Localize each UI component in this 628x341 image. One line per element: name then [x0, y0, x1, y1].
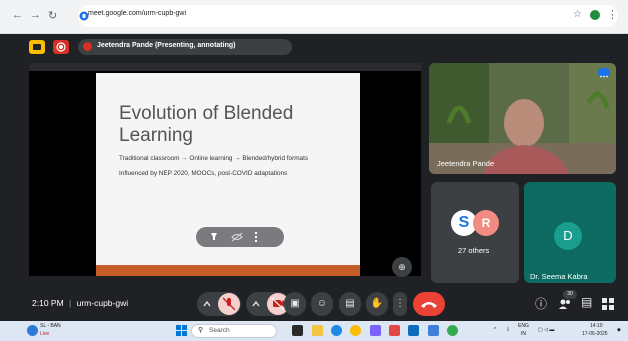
- taskbar-search[interactable]: [191, 324, 277, 338]
- start-menu-icon[interactable]: [176, 325, 187, 336]
- participant-tile-others[interactable]: S R 27 others: [431, 182, 519, 283]
- hide-icon: [231, 232, 243, 242]
- participant-name: Dr. Seema Kabra: [530, 272, 588, 281]
- record-button[interactable]: [53, 40, 69, 54]
- video-feed: [429, 63, 616, 174]
- file-explorer-icon[interactable]: [312, 325, 323, 336]
- pdf-reader-icon[interactable]: [389, 325, 400, 336]
- desktop-screen: ← → ↻ meet.google.com/urm-cupb-gwi ☆ ⋮ J…: [0, 0, 628, 341]
- presenter-avatar: [83, 42, 92, 51]
- weather-icon[interactable]: [27, 325, 38, 336]
- participant-name: Jeetendra Pande: [437, 159, 495, 168]
- shared-screen: Evolution of Blended Learning Traditiona…: [29, 63, 421, 284]
- chevron-up-icon: [203, 300, 211, 307]
- more-options-button[interactable]: ⋮: [393, 292, 407, 316]
- stock-name: SL - BAN: [40, 323, 61, 329]
- more-icon: [600, 75, 608, 78]
- edge-icon[interactable]: [331, 325, 342, 336]
- chrome-icon[interactable]: [350, 325, 361, 336]
- clock-date[interactable]: 17-06-2025: [582, 331, 608, 337]
- language-indicator[interactable]: ENG: [518, 323, 529, 329]
- task-view-icon[interactable]: [292, 325, 303, 336]
- url-text[interactable]: meet.google.com/urm-cupb-gwi: [88, 10, 186, 17]
- tile-more-button[interactable]: [598, 68, 610, 78]
- teams-icon[interactable]: [370, 325, 381, 336]
- raise-hand-button[interactable]: ✋: [366, 292, 388, 316]
- shared-screen-titlebar: [29, 63, 421, 71]
- notification-icon[interactable]: ◆: [617, 327, 621, 333]
- pin-icon: [211, 233, 217, 240]
- search-placeholder[interactable]: Search: [209, 327, 230, 334]
- slide-bullet: Traditional classroom → Online learning …: [119, 155, 309, 162]
- stock-status: Live: [40, 331, 50, 337]
- search-icon: ⚲: [198, 327, 204, 334]
- profile-avatar[interactable]: [590, 10, 600, 20]
- annotation-toolbar[interactable]: [196, 227, 284, 247]
- language-region: IN: [521, 331, 526, 337]
- stop-presenting-button[interactable]: [29, 40, 45, 54]
- forward-icon[interactable]: →: [30, 9, 41, 21]
- meeting-time: 2:10 PM: [32, 298, 64, 308]
- outlook-icon[interactable]: [408, 325, 419, 336]
- wifi-volume-battery-icons[interactable]: ▢ ◁ ▬: [538, 327, 554, 333]
- avatar: D: [554, 222, 582, 250]
- others-count-label: 27 others: [458, 246, 490, 255]
- browser-menu-icon[interactable]: ⋮: [607, 8, 618, 21]
- hand-icon: ✋: [370, 298, 384, 309]
- meeting-code: urm-cupb-gwi: [76, 298, 129, 308]
- meeting-time-code: 2:10 PM | urm-cupb-gwi: [32, 298, 128, 308]
- end-call-icon: [421, 302, 437, 308]
- info-icon[interactable]: ⓘ: [535, 295, 547, 312]
- present-button[interactable]: ▣: [284, 292, 306, 316]
- back-icon[interactable]: ←: [12, 9, 23, 21]
- chevron-up-icon: [252, 300, 260, 307]
- reactions-button[interactable]: ☺: [311, 292, 333, 316]
- shared-screen-statusbar: [29, 276, 421, 284]
- zoom-button[interactable]: ⊕: [392, 257, 412, 277]
- clock-time[interactable]: 14:10: [590, 323, 603, 329]
- people-icon[interactable]: [558, 297, 572, 311]
- more-vert-icon: ⋮: [395, 298, 405, 309]
- captions-button[interactable]: ▤: [339, 292, 361, 316]
- emoji-icon: ☺: [316, 298, 328, 309]
- participant-tile-main[interactable]: Jeetendra Pande: [429, 63, 616, 174]
- bookmark-star-icon[interactable]: ☆: [573, 9, 582, 20]
- presenter-banner-text: Jeetendra Pande (Presenting, annotating): [97, 42, 236, 49]
- activities-icon[interactable]: [602, 298, 614, 310]
- record-icon: [56, 42, 66, 52]
- slide-footer-band: [96, 265, 360, 276]
- captions-icon: ▤: [345, 298, 355, 309]
- photos-icon[interactable]: [428, 325, 439, 336]
- zoom-icon: ⊕: [398, 262, 406, 272]
- slide-title: Evolution of Blended Learning: [119, 103, 294, 146]
- app-icon[interactable]: [447, 325, 458, 336]
- reload-icon[interactable]: ↻: [48, 9, 57, 22]
- participant-tile-seema[interactable]: D Dr. Seema Kabra: [524, 182, 616, 283]
- present-icon: [33, 44, 41, 50]
- tray-chevron-icon[interactable]: ^: [494, 327, 496, 333]
- more-options-icon: [254, 231, 258, 243]
- present-screen-icon: ▣: [290, 298, 300, 309]
- chat-icon[interactable]: ▤: [581, 295, 592, 309]
- leave-call-button[interactable]: [413, 292, 445, 316]
- slide-bullet: Influenced by NEP 2020, MOOCs, post-COVI…: [119, 170, 288, 177]
- tray-app-icon[interactable]: ⇩: [506, 327, 510, 333]
- mic-control[interactable]: [197, 292, 241, 316]
- avatar: R: [473, 210, 499, 236]
- separator: |: [69, 298, 72, 308]
